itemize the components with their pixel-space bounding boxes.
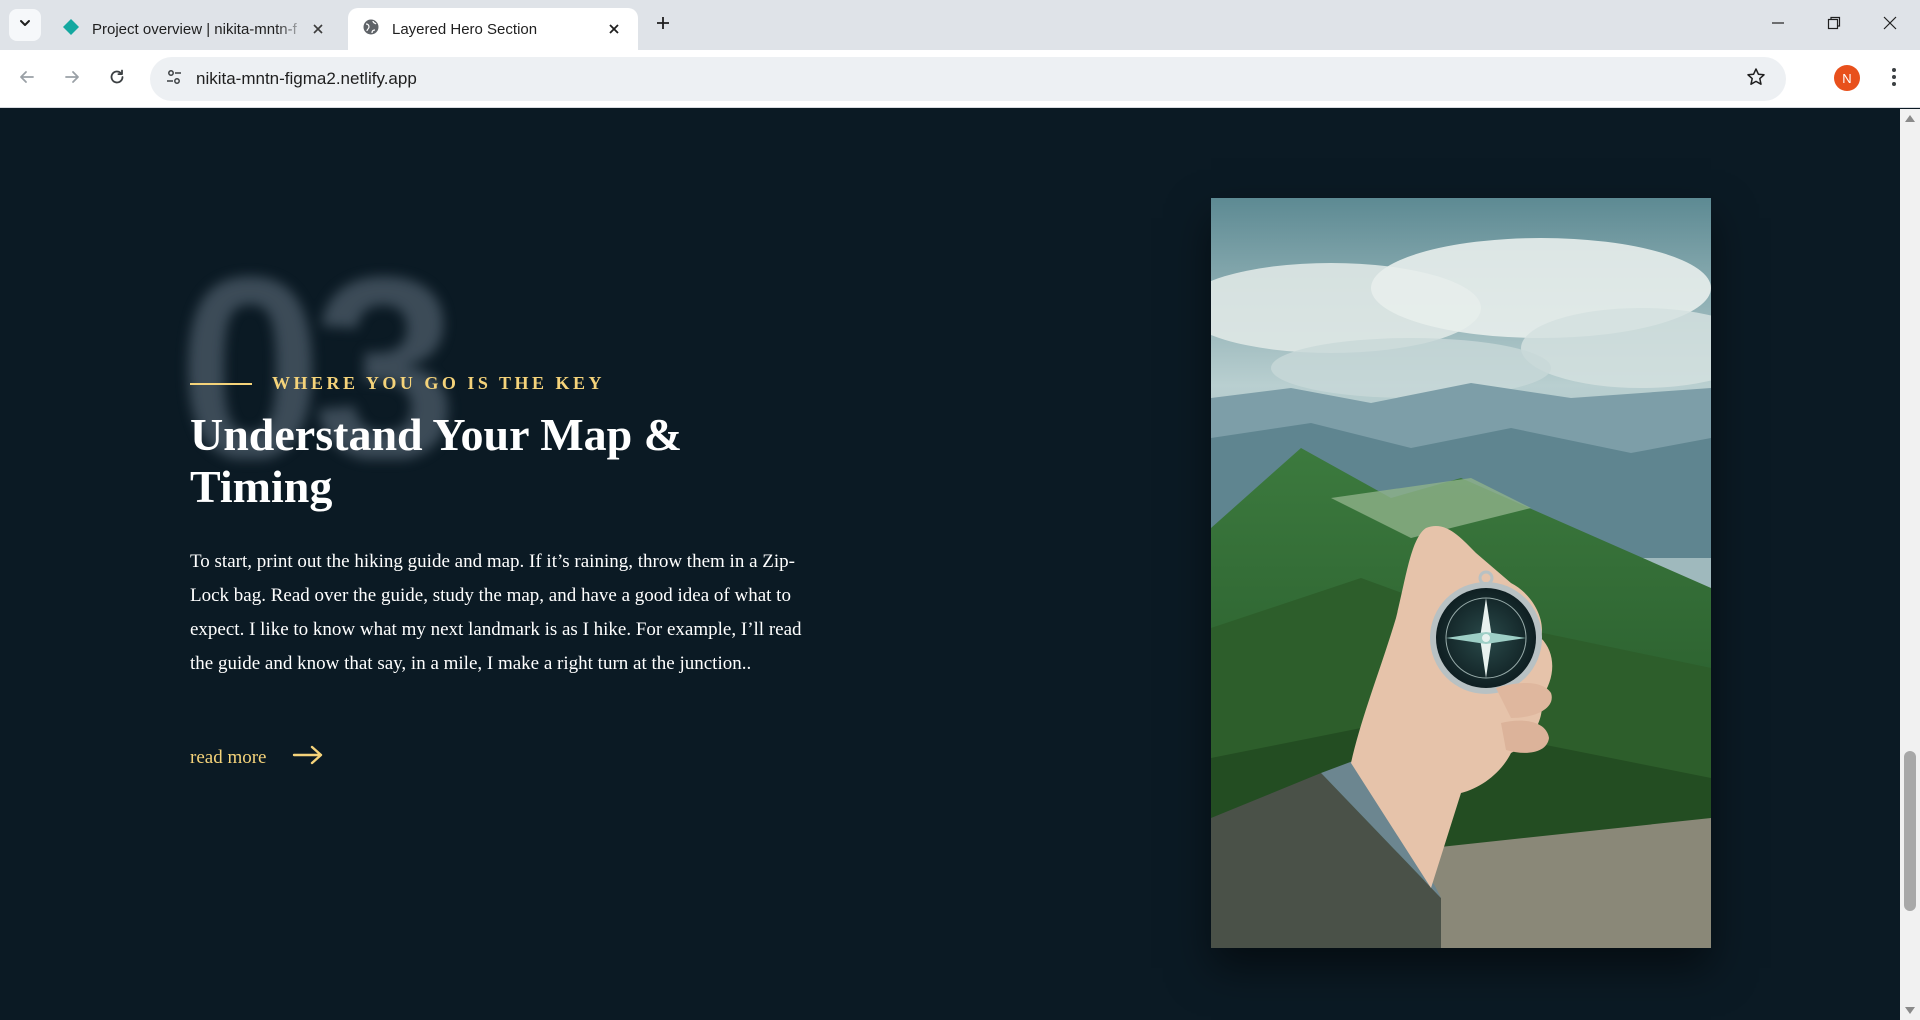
forward-button[interactable] (56, 63, 88, 95)
hero-image (1211, 198, 1711, 948)
section-heading: Understand Your Map & Timing (190, 409, 683, 512)
close-icon[interactable] (604, 19, 624, 39)
read-more-label: read more (190, 746, 267, 768)
arrow-right-icon (63, 68, 81, 91)
scroll-down-icon[interactable] (1905, 1007, 1915, 1014)
close-window-button[interactable] (1862, 0, 1918, 50)
eyebrow-line (190, 382, 252, 385)
chevron-down-icon (18, 16, 32, 35)
address-bar[interactable]: nikita-mntn-figma2.netlify.app (150, 57, 1786, 101)
tab-title: Project overview | nikita-mntn-f (92, 20, 297, 38)
profile-avatar[interactable]: N (1834, 65, 1860, 91)
more-vert-icon (1891, 67, 1897, 92)
eyebrow: WHERE YOU GO IS THE KEY (190, 373, 605, 394)
tab-strip: Project overview | nikita-mntn-f Layered… (0, 0, 1920, 50)
reload-icon (108, 68, 126, 91)
minimize-icon (1771, 16, 1785, 35)
read-more-link[interactable]: read more (190, 745, 324, 770)
tab-project-overview[interactable]: Project overview | nikita-mntn-f (48, 8, 342, 50)
scroll-thumb[interactable] (1904, 751, 1916, 911)
close-icon (1883, 16, 1897, 35)
globe-icon (362, 18, 380, 40)
bookmark-button[interactable] (1742, 65, 1770, 93)
star-icon (1746, 67, 1766, 92)
restore-button[interactable] (1806, 0, 1862, 50)
minimize-button[interactable] (1750, 0, 1806, 50)
plus-icon (655, 15, 671, 36)
restore-icon (1827, 16, 1841, 35)
netlify-diamond-icon (62, 18, 80, 40)
url-text[interactable]: nikita-mntn-figma2.netlify.app (196, 69, 417, 89)
back-button[interactable] (11, 63, 43, 95)
site-info-button[interactable] (158, 63, 190, 95)
arrow-left-icon (18, 68, 36, 91)
hero-section: 03 WHERE YOU GO IS THE KEY Understand Yo… (0, 109, 1900, 1020)
tab-layered-hero-section[interactable]: Layered Hero Section (348, 8, 638, 50)
eyebrow-text: WHERE YOU GO IS THE KEY (272, 373, 606, 393)
tab-search-button[interactable] (9, 9, 41, 41)
tab-title: Layered Hero Section (392, 20, 538, 38)
reload-button[interactable] (101, 63, 133, 95)
page-scrollbar[interactable] (1900, 109, 1920, 1020)
close-icon[interactable] (308, 19, 328, 39)
new-tab-button[interactable] (650, 12, 676, 38)
scroll-up-icon[interactable] (1905, 115, 1915, 122)
section-body: To start, print out the hiking guide and… (190, 551, 802, 674)
browser-menu-button[interactable] (1880, 63, 1908, 95)
arrow-right-icon (292, 745, 324, 770)
tune-icon (165, 68, 183, 91)
browser-toolbar: nikita-mntn-figma2.netlify.app N (0, 50, 1920, 108)
